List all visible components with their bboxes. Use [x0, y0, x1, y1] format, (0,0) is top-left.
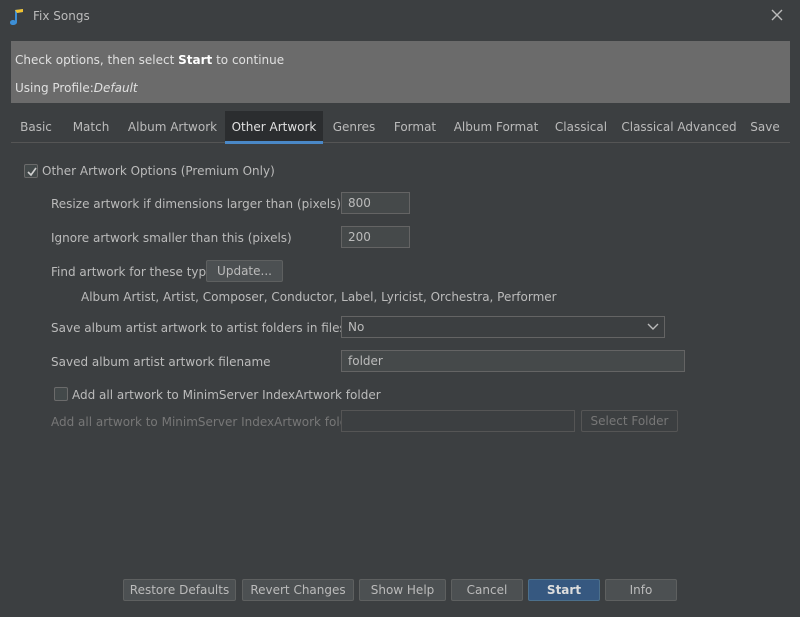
tab-album-artwork[interactable]: Album Artwork	[121, 111, 224, 143]
instruction-prefix: Check options, then select	[15, 53, 179, 67]
window-title: Fix Songs	[33, 9, 90, 23]
checkmark-icon	[27, 167, 37, 177]
other-artwork-options-checkbox[interactable]	[24, 164, 38, 178]
tab-basic[interactable]: Basic	[11, 111, 61, 143]
save-artist-folders-select[interactable]: No	[341, 316, 665, 338]
tab-other-artwork[interactable]: Other Artwork	[225, 111, 323, 144]
instruction-suffix: to continue	[212, 53, 285, 67]
tab-album-format[interactable]: Album Format	[447, 111, 545, 143]
start-button[interactable]: Start	[528, 579, 600, 601]
instructions-banner: Check options, then select Start to cont…	[11, 41, 790, 103]
minimserver-folder-input	[341, 410, 575, 432]
artwork-filename-input[interactable]: folder	[341, 350, 685, 372]
artwork-filename-label: Saved album artist artwork filename	[51, 355, 271, 369]
cancel-button[interactable]: Cancel	[451, 579, 523, 601]
restore-defaults-button[interactable]: Restore Defaults	[123, 579, 236, 601]
update-button[interactable]: Update...	[206, 260, 283, 282]
minimserver-checkbox[interactable]	[54, 387, 68, 401]
save-artist-folders-value: No	[348, 320, 365, 334]
instruction-start-keyword: Start	[178, 53, 213, 67]
resize-artwork-label: Resize artwork if dimensions larger than…	[51, 197, 341, 211]
ignore-artwork-input[interactable]: 200	[341, 226, 410, 248]
tab-genres[interactable]: Genres	[325, 111, 383, 143]
info-button[interactable]: Info	[605, 579, 677, 601]
select-folder-button: Select Folder	[581, 410, 678, 432]
minimserver-folder-label: Add all artwork to MinimServer IndexArtw…	[51, 415, 360, 429]
tab-format[interactable]: Format	[386, 111, 444, 143]
profile-prefix: Using Profile:	[15, 81, 94, 95]
title-bar: Fix Songs	[0, 0, 800, 34]
tab-save[interactable]: Save	[746, 111, 784, 143]
music-note-icon	[10, 9, 23, 25]
profile-text: Using Profile:Default	[15, 81, 138, 95]
tab-bar: Basic Match Album Artwork Other Artwork …	[11, 111, 790, 144]
other-artwork-options-label: Other Artwork Options (Premium Only)	[42, 164, 275, 178]
resize-artwork-input[interactable]: 800	[341, 192, 410, 214]
profile-name: Default	[93, 81, 138, 95]
instruction-text: Check options, then select Start to cont…	[15, 53, 284, 67]
tab-classical-advanced[interactable]: Classical Advanced	[617, 111, 741, 143]
close-icon[interactable]	[770, 8, 784, 22]
find-artwork-types-label: Find artwork for these types:	[51, 265, 224, 279]
save-artist-folders-label: Save album artist artwork to artist fold…	[51, 321, 383, 335]
minimserver-checkbox-label: Add all artwork to MinimServer IndexArtw…	[72, 388, 381, 402]
revert-changes-button[interactable]: Revert Changes	[242, 579, 354, 601]
artwork-types-list: Album Artist, Artist, Composer, Conducto…	[81, 290, 557, 304]
chevron-down-icon	[647, 323, 659, 330]
tab-match[interactable]: Match	[63, 111, 119, 143]
tab-classical[interactable]: Classical	[548, 111, 614, 143]
show-help-button[interactable]: Show Help	[359, 579, 446, 601]
ignore-artwork-label: Ignore artwork smaller than this (pixels…	[51, 231, 292, 245]
